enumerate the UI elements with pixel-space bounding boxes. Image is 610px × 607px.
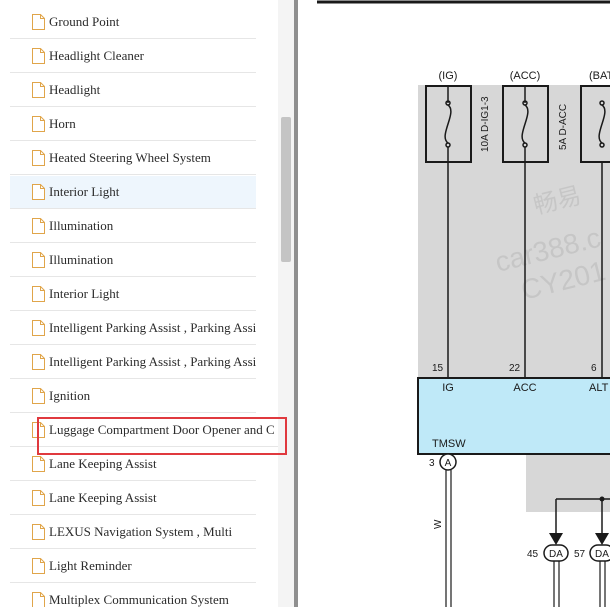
tree-item-label: Luggage Compartment Door Opener and C [49, 422, 275, 437]
junction-shade [526, 455, 610, 512]
pin-number: 6 [591, 363, 597, 374]
pin-name: ACC [513, 382, 536, 394]
tree-item-label: Interior Light [49, 286, 120, 301]
connector-pin-number: 45 [527, 549, 539, 560]
tree-item-ground-point[interactable]: Ground Point [10, 6, 256, 39]
pin-number: 22 [509, 363, 521, 374]
tree-item-label: Ignition [49, 388, 91, 403]
tree-item-label: Headlight Cleaner [49, 48, 144, 63]
pin-name: IG [442, 382, 454, 394]
document-icon [32, 320, 45, 336]
tree-item-label: Intelligent Parking Assist , Parking Ass… [49, 354, 256, 369]
document-icon [32, 490, 45, 506]
tree-item-label: Interior Light [49, 184, 120, 199]
tree-item-label: Lane Keeping Assist [49, 456, 157, 471]
tree-item-heated-steering-wheel[interactable]: Heated Steering Wheel System [10, 142, 256, 175]
tree-item-illumination[interactable]: Illumination [10, 244, 256, 277]
tree-item-lane-keeping-assist[interactable]: Lane Keeping Assist [10, 448, 256, 481]
document-icon [32, 456, 45, 472]
nav-scrollbar-track[interactable] [278, 0, 294, 607]
document-icon [32, 286, 45, 302]
connector-pin-number: 57 [574, 549, 586, 560]
component-label: TMSW [432, 438, 466, 450]
connector-code: DA [549, 549, 563, 560]
document-icon [32, 184, 45, 200]
tree-item-label: Heated Steering Wheel System [49, 150, 211, 165]
document-icon [32, 82, 45, 98]
tree-item-illumination[interactable]: Illumination [10, 210, 256, 243]
document-icon [32, 388, 45, 404]
tree-item-luggage-compartment-door-opener[interactable]: Luggage Compartment Door Opener and C [10, 414, 278, 447]
arrow-down-icon [595, 533, 609, 545]
tree-item-headlight-cleaner[interactable]: Headlight Cleaner [10, 40, 256, 73]
tree-item-headlight[interactable]: Headlight [10, 74, 256, 107]
tree-item-label: Multiplex Communication System [49, 592, 229, 607]
document-icon [32, 592, 45, 607]
document-icon [32, 116, 45, 132]
tree-item-intelligent-parking-assist[interactable]: Intelligent Parking Assist , Parking Ass… [10, 312, 256, 345]
tree-item-light-reminder[interactable]: Light Reminder [10, 550, 256, 583]
tree-item-lane-keeping-assist[interactable]: Lane Keeping Assist [10, 482, 256, 515]
document-icon [32, 14, 45, 30]
supply-label-ig: (IG) [439, 70, 458, 82]
tree-item-label: Intelligent Parking Assist , Parking Ass… [49, 320, 256, 335]
document-tree: Ground Point Headlight Cleaner Headlight… [0, 0, 278, 607]
tree-item-label: LEXUS Navigation System , Multi [49, 524, 233, 539]
tree-item-label: Illumination [49, 252, 114, 267]
tree-item-label: Illumination [49, 218, 114, 233]
tree-item-label: Ground Point [49, 14, 120, 29]
ground-pin-number: 3 [429, 458, 435, 469]
wire-color-label: W [433, 519, 444, 529]
wiring-diagram: 畅易 car388.c CY201 (IG) (ACC) (BAT 10A D-… [317, 0, 610, 607]
document-icon [32, 150, 45, 166]
pin-number: 15 [432, 363, 444, 374]
arrow-down-icon [549, 533, 563, 545]
tree-item-label: Headlight [49, 82, 101, 97]
fuse-rating-acc: 5A D-ACC [558, 104, 569, 150]
tree-item-multiplex-communication-system[interactable]: Multiplex Communication System [10, 584, 256, 607]
pin-name: ALT [589, 382, 609, 394]
nav-scrollbar-thumb[interactable] [281, 117, 291, 262]
supply-label-acc: (ACC) [510, 70, 541, 82]
tree-item-label: Horn [49, 116, 76, 131]
document-icon [32, 48, 45, 64]
tree-item-interior-light-selected[interactable]: Interior Light [10, 176, 256, 209]
document-icon [32, 558, 45, 574]
document-icon [32, 524, 45, 540]
tree-item-interior-light[interactable]: Interior Light [10, 278, 256, 311]
tree-item-label: Light Reminder [49, 558, 132, 573]
diagram-viewer[interactable]: 畅易 car388.c CY201 (IG) (ACC) (BAT 10A D-… [298, 0, 610, 607]
tree-item-label: Lane Keeping Assist [49, 490, 157, 505]
tree-item-intelligent-parking-assist[interactable]: Intelligent Parking Assist , Parking Ass… [10, 346, 256, 379]
document-icon [32, 252, 45, 268]
document-icon [32, 354, 45, 370]
fuse-rating-ig: 10A D-IG1-3 [480, 96, 491, 152]
document-icon [32, 422, 45, 438]
tree-item-horn[interactable]: Horn [10, 108, 256, 141]
document-icon [32, 218, 45, 234]
connector-code: A [445, 458, 452, 469]
connector-code: DA [595, 549, 609, 560]
tree-item-lexus-navigation-system[interactable]: LEXUS Navigation System , Multi [10, 516, 256, 549]
tree-item-ignition[interactable]: Ignition [10, 380, 256, 413]
supply-label-bat: (BAT [589, 70, 610, 82]
